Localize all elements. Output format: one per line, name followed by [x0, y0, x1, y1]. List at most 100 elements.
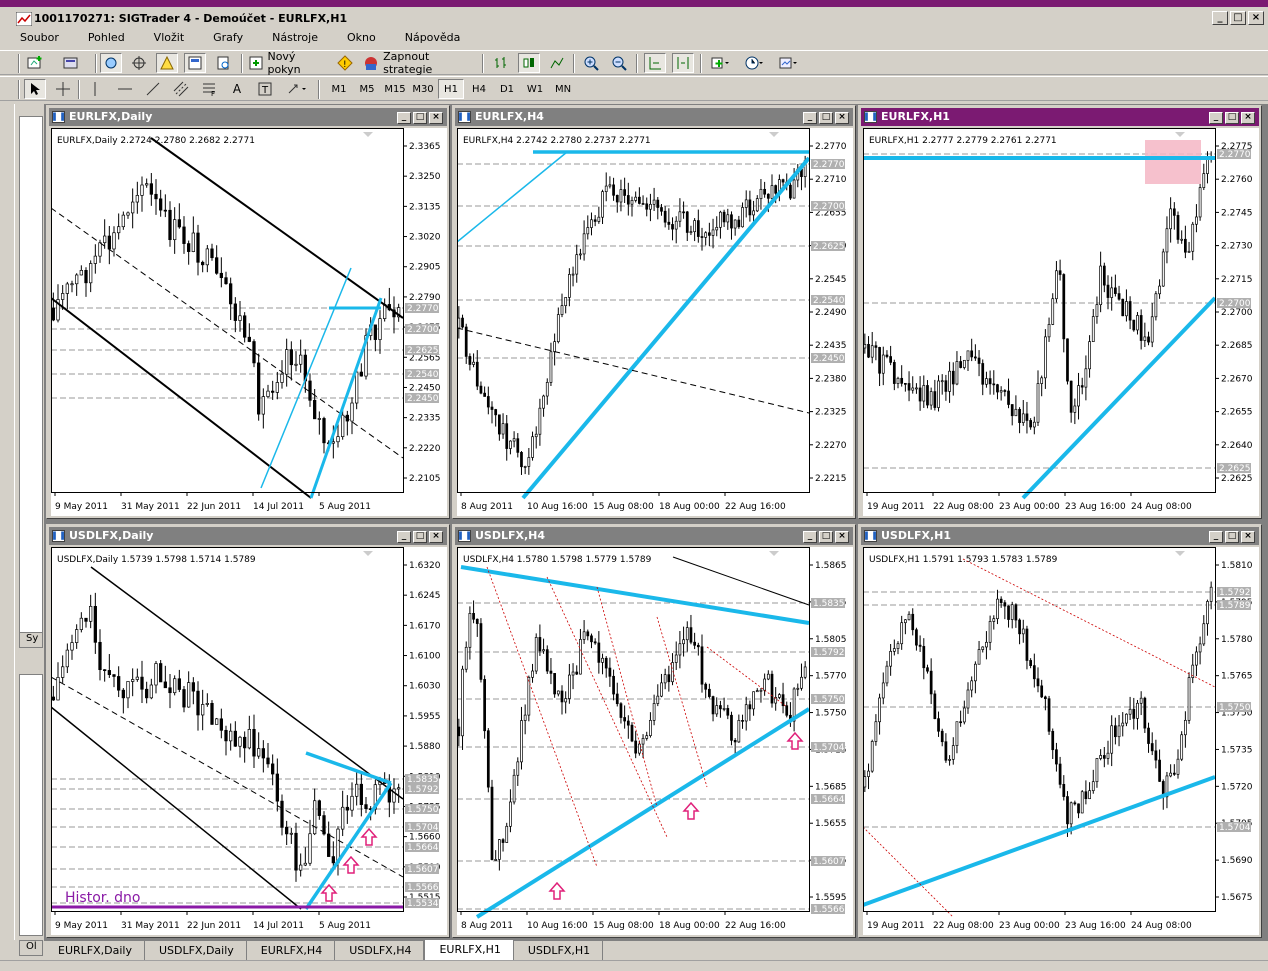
- maximize-button[interactable]: □: [1230, 11, 1246, 25]
- chart-maximize-button[interactable]: □: [819, 112, 833, 124]
- panel-tab-other[interactable]: Ol: [19, 940, 43, 956]
- navigator-icon[interactable]: [156, 53, 178, 73]
- candle-body: [582, 631, 586, 640]
- timeframe-d1[interactable]: D1: [494, 79, 520, 99]
- menu-okno[interactable]: Okno: [327, 29, 385, 48]
- chart-close-button[interactable]: ×: [1241, 112, 1255, 124]
- alert-icon[interactable]: !: [334, 53, 356, 73]
- chart-minimize-button[interactable]: _: [803, 531, 817, 543]
- chart-maximize-button[interactable]: □: [413, 531, 427, 543]
- menu-grafy[interactable]: Grafy: [193, 29, 252, 48]
- chart-maximize-button[interactable]: □: [1225, 112, 1239, 124]
- fibonacci-icon[interactable]: F: [198, 79, 220, 99]
- candle-body: [483, 392, 486, 397]
- timeframe-h4[interactable]: H4: [466, 79, 492, 99]
- channel-icon[interactable]: [170, 79, 192, 99]
- menu-napoveda[interactable]: Nápověda: [385, 29, 470, 48]
- minimize-button[interactable]: _: [1212, 11, 1228, 25]
- new-chart-icon[interactable]: [24, 53, 46, 73]
- chart-minimize-button[interactable]: _: [1209, 112, 1223, 124]
- tab-usdlfx-h1[interactable]: USDLFX,H1: [514, 941, 604, 960]
- periods-icon[interactable]: [740, 53, 768, 73]
- chart-minimize-button[interactable]: _: [397, 112, 411, 124]
- price-chart[interactable]: USDLFX,H4 1.5780 1.5798 1.5779 1.5789 1.5…: [457, 547, 853, 935]
- chart-window-usdlfx-daily[interactable]: ▌▐ USDLFX,Daily _ □ × USDLFX,Daily 1.5739 1…: [46, 524, 450, 938]
- chart-minimize-button[interactable]: _: [1209, 531, 1223, 543]
- strategy-toggle-button[interactable]: Zapnout strategie: [362, 50, 477, 76]
- menu-vlozit[interactable]: Vložit: [134, 29, 193, 48]
- candle-body: [763, 678, 766, 691]
- timeframe-m15[interactable]: M15: [382, 79, 408, 99]
- text-tool-icon[interactable]: A: [226, 79, 248, 99]
- candle-body: [766, 193, 770, 199]
- chart-shift-icon[interactable]: [672, 53, 694, 73]
- panel-tab-symbols[interactable]: Sy: [19, 632, 43, 648]
- bar-chart-icon[interactable]: [490, 53, 512, 73]
- menu-nastroje[interactable]: Nástroje: [252, 29, 327, 48]
- vertical-line-icon[interactable]: [84, 79, 106, 99]
- chart-maximize-button[interactable]: □: [1225, 531, 1239, 543]
- chart-maximize-button[interactable]: □: [413, 112, 427, 124]
- chart-close-button[interactable]: ×: [429, 112, 443, 124]
- chart-window-eurlfx-h1[interactable]: ▌▐ EURLFX,H1 _ □ × EURLFX,H1 2.2777 2.2779 …: [858, 105, 1262, 519]
- chart-window-usdlfx-h4[interactable]: ▌▐ USDLFX,H4 _ □ × USDLFX,H4 1.5780 1.5798 …: [452, 524, 856, 938]
- new-order-button[interactable]: Nový pokyn: [248, 50, 330, 76]
- candle-body: [75, 629, 79, 643]
- arrows-icon[interactable]: [284, 79, 312, 99]
- candle-body: [233, 730, 237, 747]
- tab-eurlfx-h1[interactable]: EURLFX,H1: [424, 940, 514, 961]
- tab-usdlfx-daily[interactable]: USDLFX,Daily: [145, 941, 247, 960]
- templates-icon[interactable]: [774, 53, 802, 73]
- market-watch-icon[interactable]: [100, 53, 122, 73]
- menu-pohled[interactable]: Pohled: [68, 29, 134, 48]
- tab-eurlfx-daily[interactable]: EURLFX,Daily: [44, 941, 145, 960]
- timeframe-m1[interactable]: M1: [326, 79, 352, 99]
- menu-soubor[interactable]: Soubor: [0, 29, 68, 48]
- autoscroll-icon[interactable]: [644, 53, 666, 73]
- timeframe-m30[interactable]: M30: [410, 79, 436, 99]
- candle-body: [951, 370, 955, 385]
- price-chart[interactable]: EURLFX,H4 2.2742 2.2780 2.2737 2.2771 2.2…: [457, 128, 853, 516]
- candle-body: [275, 382, 279, 393]
- candle-body: [940, 380, 944, 383]
- indicators-icon[interactable]: [706, 53, 734, 73]
- zoom-out-icon[interactable]: [608, 53, 630, 73]
- zoom-in-icon[interactable]: [580, 53, 602, 73]
- crosshair-tool-icon[interactable]: [52, 79, 74, 99]
- chart-close-button[interactable]: ×: [835, 112, 849, 124]
- price-chart[interactable]: EURLFX,Daily 2.2724 2.2780 2.2682 2.2771…: [51, 128, 447, 516]
- chart-close-button[interactable]: ×: [835, 531, 849, 543]
- price-chart[interactable]: USDLFX,H1 1.5791 1.5793 1.5783 1.5789 1.5…: [863, 547, 1259, 935]
- tester-icon[interactable]: [212, 53, 234, 73]
- timeframe-w1[interactable]: W1: [522, 79, 548, 99]
- timeframe-m5[interactable]: M5: [354, 79, 380, 99]
- price-chart[interactable]: EURLFX,H1 2.2777 2.2779 2.2761 2.2771 2.2…: [863, 128, 1259, 516]
- profiles-icon[interactable]: [60, 53, 82, 73]
- timeframe-mn[interactable]: MN: [550, 79, 576, 99]
- chart-window-usdlfx-h1[interactable]: ▌▐ USDLFX,H1 _ □ × USDLFX,H1 1.5791 1.5793 …: [858, 524, 1262, 938]
- trendline-icon[interactable]: [142, 79, 164, 99]
- horizontal-line-icon[interactable]: [114, 79, 136, 99]
- timeframe-h1[interactable]: H1: [438, 79, 464, 99]
- cursor-icon[interactable]: [24, 79, 46, 99]
- chart-minimize-button[interactable]: _: [397, 531, 411, 543]
- crosshair-icon[interactable]: [128, 53, 150, 73]
- candle-chart-icon[interactable]: [518, 53, 540, 73]
- candle-body: [597, 216, 601, 222]
- chart-maximize-button[interactable]: □: [819, 531, 833, 543]
- terminal-icon[interactable]: [184, 53, 206, 73]
- candle-body: [601, 191, 604, 218]
- chart-minimize-button[interactable]: _: [803, 112, 817, 124]
- chart-close-button[interactable]: ×: [1241, 531, 1255, 543]
- chart-window-eurlfx-daily[interactable]: ▌▐ EURLFX,Daily _ □ × EURLFX,Daily 2.2724 2…: [46, 105, 450, 519]
- tab-usdlfx-h4[interactable]: USDLFX,H4: [335, 941, 425, 960]
- candle-body: [1169, 772, 1172, 777]
- chart-window-eurlfx-h4[interactable]: ▌▐ EURLFX,H4 _ □ × EURLFX,H4 2.2742 2.2780 …: [452, 105, 856, 519]
- tab-eurlfx-h4[interactable]: EURLFX,H4: [247, 941, 336, 960]
- line-chart-icon[interactable]: [546, 53, 568, 73]
- text-label-icon[interactable]: T: [254, 79, 276, 99]
- chart-close-button[interactable]: ×: [429, 531, 443, 543]
- close-button[interactable]: ×: [1248, 11, 1264, 25]
- candle-body: [191, 232, 195, 252]
- price-chart[interactable]: USDLFX,Daily 1.5739 1.5798 1.5714 1.5789…: [51, 547, 447, 935]
